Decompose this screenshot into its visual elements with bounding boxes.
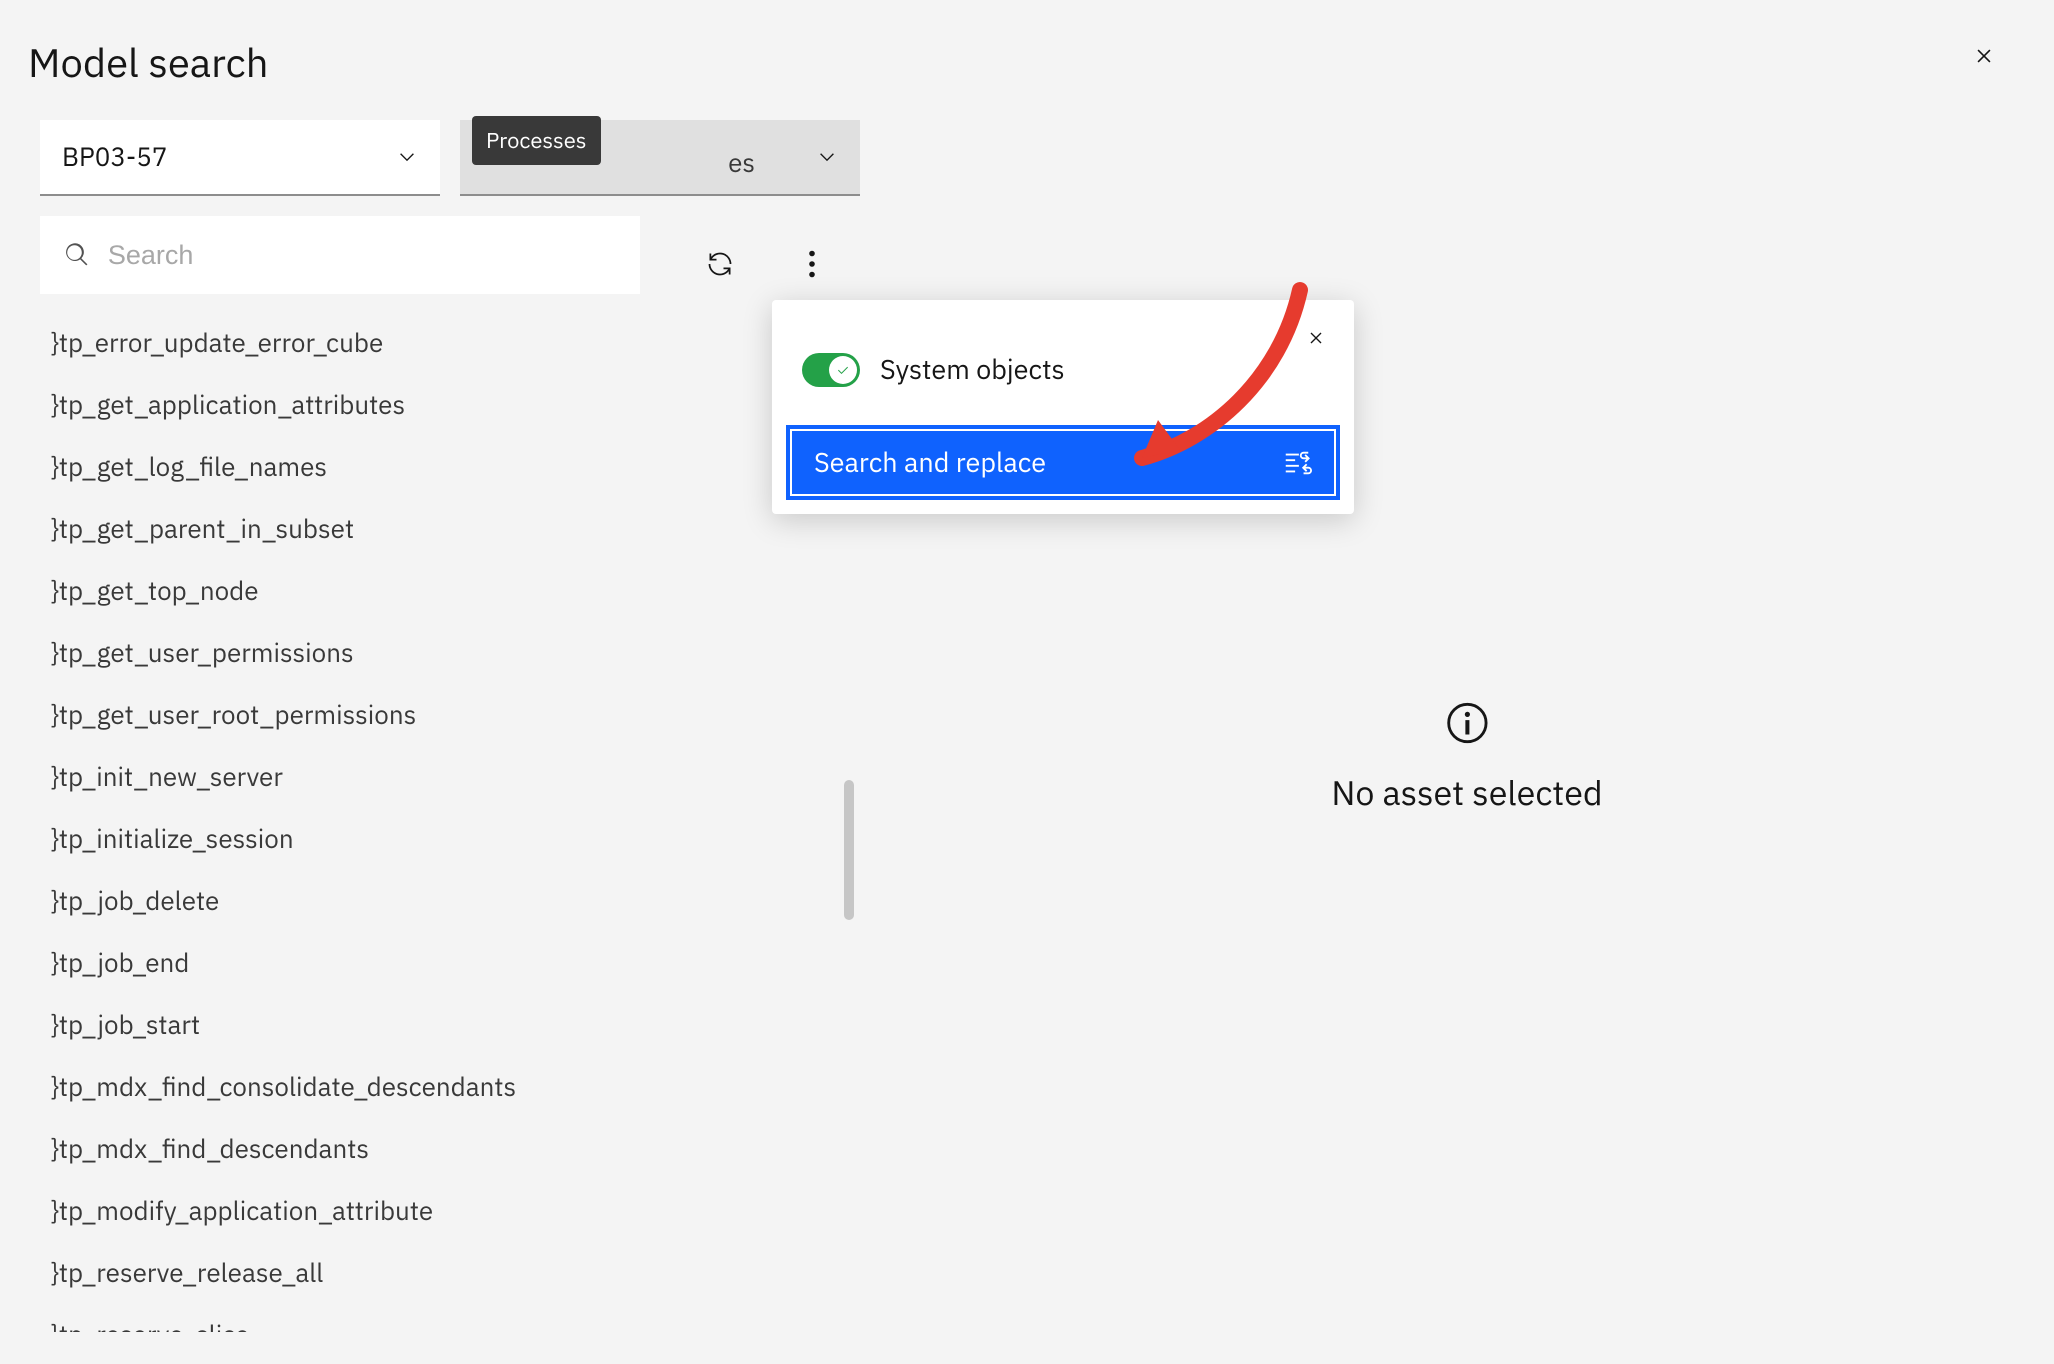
- object-type-tooltip: Processes: [472, 116, 601, 165]
- search-icon: [64, 241, 90, 269]
- page-title: Model search: [28, 36, 268, 88]
- list-item[interactable]: }tp_get_parent_in_subset: [40, 498, 830, 560]
- overflow-menu-button[interactable]: [782, 234, 842, 294]
- list-item[interactable]: }tp_job_start: [40, 994, 830, 1056]
- empty-state-message: No asset selected: [1331, 771, 1602, 815]
- list-item[interactable]: }tp_get_user_permissions: [40, 622, 830, 684]
- info-icon: [1331, 700, 1602, 751]
- list-item[interactable]: }tp_job_end: [40, 932, 830, 994]
- object-type-dropdown[interactable]: es Processes: [460, 120, 860, 196]
- search-and-replace-label: Search and replace: [814, 445, 1046, 480]
- chevron-down-icon: [396, 146, 418, 168]
- list-item[interactable]: }tp_job_delete: [40, 870, 830, 932]
- list-item[interactable]: }tp_error_update_error_cube: [40, 312, 830, 374]
- list-item[interactable]: }tp_get_log_file_names: [40, 436, 830, 498]
- list-item[interactable]: }tp_get_user_root_permissions: [40, 684, 830, 746]
- close-icon: [1305, 327, 1327, 349]
- list-item[interactable]: }tp_mdx_find_consolidate_descendants: [40, 1056, 830, 1118]
- list-item[interactable]: }tp_reserve_release_all: [40, 1242, 830, 1304]
- search-and-replace-button[interactable]: Search and replace: [786, 425, 1340, 500]
- scrollbar-thumb[interactable]: [844, 780, 854, 920]
- system-objects-toggle[interactable]: [802, 353, 860, 387]
- list-item[interactable]: }tp_modify_application_attribute: [40, 1180, 830, 1242]
- list-item[interactable]: }tp_mdx_find_descendants: [40, 1118, 830, 1180]
- object-type-partial-label: es: [728, 146, 755, 180]
- list-item[interactable]: }tp_reserve_slice: [40, 1304, 830, 1332]
- overflow-menu: System objects Search and replace: [772, 300, 1354, 514]
- chevron-down-icon: [816, 146, 838, 168]
- process-list: }tp_error_update_error_cube}tp_get_appli…: [40, 312, 830, 1332]
- checkmark-icon: [835, 362, 851, 378]
- refresh-icon: [706, 250, 734, 278]
- system-objects-label: System objects: [880, 352, 1065, 387]
- list-item[interactable]: }tp_initialize_session: [40, 808, 830, 870]
- database-dropdown[interactable]: BP03-57: [40, 120, 440, 196]
- refresh-button[interactable]: [690, 234, 750, 294]
- list-item[interactable]: }tp_get_top_node: [40, 560, 830, 622]
- search-input[interactable]: [106, 239, 616, 272]
- list-item[interactable]: }tp_init_new_server: [40, 746, 830, 808]
- menu-close-button[interactable]: [1296, 318, 1336, 358]
- search-replace-icon: [1282, 448, 1312, 478]
- database-dropdown-label: BP03-57: [62, 140, 168, 174]
- search-box[interactable]: [40, 216, 640, 294]
- kebab-icon: [808, 250, 816, 278]
- list-item[interactable]: }tp_get_application_attributes: [40, 374, 830, 436]
- detail-pane: No asset selected: [880, 0, 2054, 1364]
